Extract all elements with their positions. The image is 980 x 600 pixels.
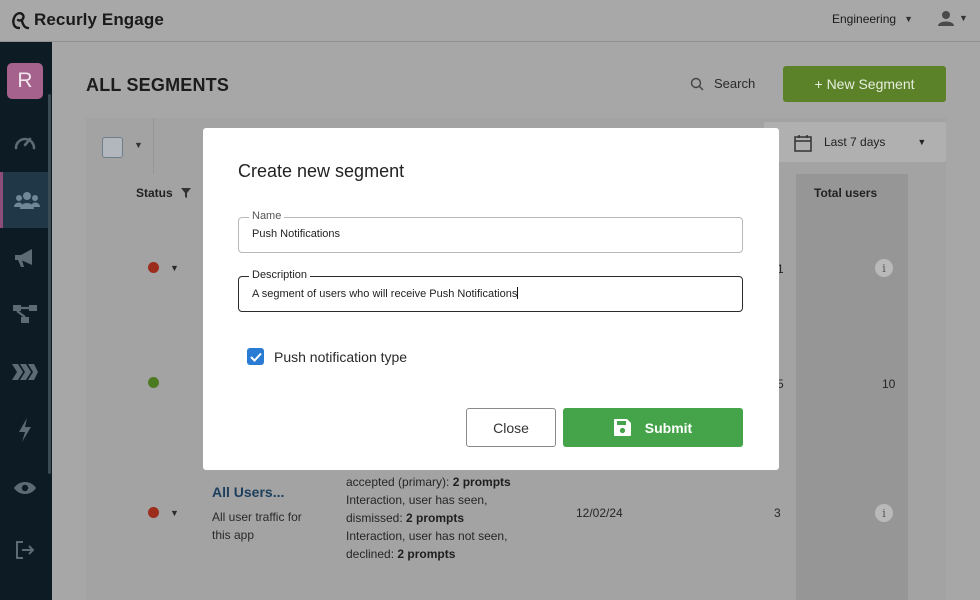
row-total-users: 10 (882, 377, 896, 391)
column-header-status[interactable]: Status (136, 186, 191, 200)
status-header-label: Status (136, 186, 173, 200)
calendar-icon (794, 135, 812, 152)
sidebar-item-logout[interactable] (0, 522, 50, 578)
app-name: Recurly Engage (34, 10, 164, 29)
new-segment-button[interactable]: + New Segment (783, 66, 946, 102)
segment-prompts: accepted (primary): 2 prompts Interactio… (346, 473, 536, 563)
sidebar-item-preview[interactable] (0, 460, 50, 516)
megaphone-icon (15, 249, 32, 267)
status-dot-inactive (148, 507, 159, 518)
push-notification-type-row[interactable]: Push notification type (247, 348, 407, 365)
sidebar-item-flows[interactable] (0, 286, 50, 342)
name-input[interactable]: Push Notifications (252, 228, 732, 240)
chevron-down-icon: ▼ (959, 13, 968, 23)
info-icon[interactable]: i (875, 259, 893, 277)
push-notification-label: Push notification type (274, 348, 408, 365)
sidebar-item-segments[interactable] (0, 172, 50, 228)
name-field-label: Name (249, 210, 285, 222)
row-partial-value: 3 (774, 506, 781, 520)
chevron-down-icon[interactable]: ▼ (170, 263, 179, 273)
recurly-logo-icon (12, 12, 30, 30)
prompt-line: Interaction, user has seen, dismissed: 2… (346, 493, 488, 525)
search-icon (690, 77, 704, 90)
column-header-total-users[interactable]: Total users (814, 186, 877, 200)
org-label: Engineering (832, 12, 897, 26)
users-icon (13, 192, 40, 209)
date-range-select[interactable]: Last 7 days ▼ (764, 122, 946, 162)
account-avatar[interactable]: R (7, 63, 43, 99)
flow-icon (13, 305, 37, 323)
submit-button[interactable]: Submit (563, 408, 743, 447)
filter-icon[interactable] (180, 188, 191, 198)
segment-name-link[interactable]: All Users... (212, 484, 284, 500)
check-icon (249, 352, 262, 362)
text-cursor (517, 287, 519, 299)
top-bar: Recurly Engage Engineering ▼ ▼ (0, 0, 980, 42)
prompt-line: Interaction, user has not seen, declined… (346, 529, 508, 561)
push-notification-checkbox[interactable] (247, 348, 264, 365)
description-input[interactable]: A segment of users who will receive Push… (252, 287, 732, 300)
name-field[interactable]: Name Push Notifications (238, 210, 743, 253)
prompt-line: accepted (primary): 2 prompts (346, 475, 511, 489)
bulk-select: ▼ (86, 118, 154, 174)
segment-description: All user traffic for this app (212, 510, 302, 542)
sidebar-item-automations[interactable] (0, 402, 50, 458)
sidebar-scrollbar[interactable] (48, 94, 51, 474)
description-field-label: Description (249, 269, 311, 281)
sidebar-item-integrations[interactable] (0, 344, 50, 400)
search-button[interactable]: Search (690, 76, 755, 91)
status-dot-inactive (148, 262, 159, 273)
submit-label: Submit (644, 419, 693, 436)
chevrons-icon (12, 364, 38, 380)
status-dot-active (148, 377, 159, 388)
chevron-down-icon: ▼ (904, 14, 913, 24)
create-segment-modal: Create new segment Name Push Notificatio… (203, 128, 779, 470)
modal-title: Create new segment (238, 161, 405, 181)
eye-icon (14, 482, 36, 494)
gauge-icon (14, 137, 36, 150)
sidebar-item-campaigns[interactable] (0, 230, 50, 286)
chevron-down-icon: ▼ (917, 137, 927, 147)
info-icon[interactable]: i (875, 504, 893, 522)
chevron-down-icon[interactable]: ▼ (170, 508, 179, 518)
description-field[interactable]: Description A segment of users who will … (238, 269, 743, 312)
chevron-down-icon[interactable]: ▼ (134, 140, 143, 150)
user-menu[interactable]: ▼ (937, 10, 968, 26)
select-all-checkbox[interactable] (102, 137, 123, 158)
sidebar-item-dashboard[interactable] (0, 114, 50, 170)
user-icon (938, 11, 954, 26)
segment-date: 12/02/24 (576, 506, 623, 520)
date-range-label: Last 7 days (824, 135, 886, 149)
page-title: ALL SEGMENTS (86, 75, 230, 95)
search-label: Search (714, 76, 756, 91)
org-switcher[interactable]: Engineering ▼ (832, 12, 913, 26)
app-logo[interactable]: Recurly Engage (10, 9, 164, 31)
lightning-icon (19, 418, 31, 442)
close-button[interactable]: Close (466, 408, 556, 447)
total-users-header-label: Total users (814, 186, 878, 200)
sidebar: R (0, 42, 52, 600)
save-icon (613, 419, 631, 436)
logout-icon (16, 541, 35, 559)
